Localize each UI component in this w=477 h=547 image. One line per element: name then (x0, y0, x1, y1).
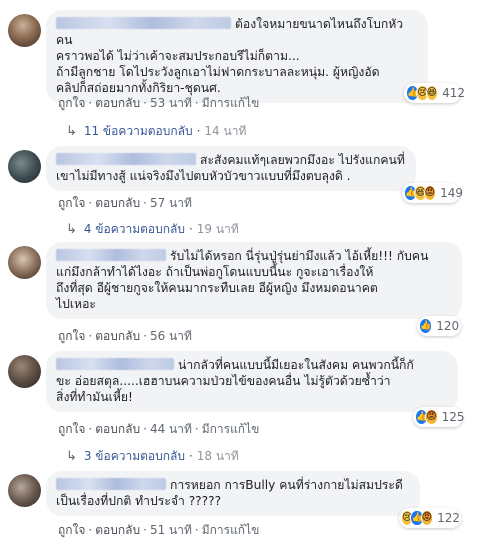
comment-bubble: ต้องใจหมายขนาดไหนถึงโบกหัวคน คราวพอได้ ไ… (46, 10, 428, 103)
commenter-name[interactable] (56, 17, 231, 29)
comment-actions: ถูกใจ · ตอบกลับ · 44 นาที · มีการแก้ไข (58, 422, 260, 436)
reply-link[interactable]: ตอบกลับ (95, 96, 140, 110)
commenter-name[interactable] (56, 358, 174, 370)
avatar[interactable] (8, 150, 41, 183)
reply-arrow-icon: ↳ (66, 124, 77, 139)
comment-bubble: รับไม่ได้หรอก นี่รุ่นปู่รุ่นย่ามึงแล้ว ไ… (46, 242, 462, 319)
comment-actions: ถูกใจ · ตอบกลับ · 56 นาที (58, 329, 192, 343)
reactions-summary[interactable]: 👍 120 (417, 316, 461, 336)
like-link[interactable]: ถูกใจ (58, 329, 85, 343)
reply-link[interactable]: ตอบกลับ (95, 523, 140, 537)
avatar[interactable] (8, 246, 41, 279)
reactions-summary[interactable]: 👍 😢 😆 412 (404, 83, 465, 103)
replies-count[interactable]: 3 ข้อความตอบกลับ (84, 449, 185, 463)
comment-actions: ถูกใจ · ตอบกลับ · 51 นาที · มีการแก้ไข (58, 523, 260, 537)
comment-actions: ถูกใจ · ตอบกลับ · 57 นาที (58, 196, 192, 210)
avatar[interactable] (8, 474, 41, 507)
replies-time: 14 นาที (204, 124, 247, 138)
reactions-summary[interactable]: 👍 😆 😡 149 (402, 183, 463, 203)
replies-count[interactable]: 11 ข้อความตอบกลับ (84, 124, 193, 138)
reply-link[interactable]: ตอบกลับ (95, 422, 140, 436)
angry-reaction-icon: 😡 (425, 409, 438, 425)
haha-reaction-icon: 😆 (425, 85, 439, 101)
comment-bubble: น่ากลัวที่คนแบบนี้มีเยอะในสังคม คนพวกนี้… (46, 351, 458, 412)
comment-bubble: การหยอก การBully คนที่ร่างกายไม่สมประดี … (46, 471, 420, 516)
view-replies[interactable]: ↳ 4 ข้อความตอบกลับ · 19 นาที (66, 220, 239, 239)
replies-time: 19 นาที (196, 222, 239, 236)
like-reaction-icon: 👍 (419, 318, 433, 334)
commenter-name[interactable] (56, 249, 166, 261)
like-link[interactable]: ถูกใจ (58, 422, 85, 436)
like-link[interactable]: ถูกใจ (58, 196, 85, 210)
angry-reaction-icon: 😡 (420, 510, 434, 526)
reaction-count: 149 (440, 186, 463, 200)
like-link[interactable]: ถูกใจ (58, 96, 85, 110)
edited-label[interactable]: มีการแก้ไข (202, 422, 260, 436)
avatar[interactable] (8, 14, 41, 47)
like-link[interactable]: ถูกใจ (58, 523, 85, 537)
reactions-summary[interactable]: 😢 👍 😡 122 (399, 508, 461, 528)
replies-count[interactable]: 4 ข้อความตอบกลับ (84, 222, 185, 236)
reply-arrow-icon: ↳ (66, 222, 77, 237)
comment-bubble: สะสังคมแท้ๆเลยพวกมึงอะ ไปรังแกคนที่ เขาไ… (46, 146, 416, 191)
view-replies[interactable]: ↳ 11 ข้อความตอบกลับ · 14 นาที (66, 122, 246, 141)
reply-link[interactable]: ตอบกลับ (95, 329, 140, 343)
reaction-count: 122 (437, 511, 460, 525)
reaction-count: 125 (441, 410, 465, 424)
commenter-name[interactable] (56, 153, 196, 165)
reaction-count: 120 (436, 319, 460, 333)
timestamp[interactable]: 44 นาที (150, 422, 192, 436)
reaction-count: 412 (442, 86, 465, 100)
edited-label[interactable]: มีการแก้ไข (202, 96, 260, 110)
reply-arrow-icon: ↳ (66, 449, 77, 464)
timestamp[interactable]: 56 นาที (150, 329, 192, 343)
timestamp[interactable]: 53 นาที (150, 96, 192, 110)
comment-actions: ถูกใจ · ตอบกลับ · 53 นาที · มีการแก้ไข (58, 96, 260, 110)
reply-link[interactable]: ตอบกลับ (95, 196, 140, 210)
angry-reaction-icon: 😡 (423, 185, 437, 201)
reactions-summary[interactable]: 👍 😡 125 (413, 407, 465, 427)
commenter-name[interactable] (56, 478, 166, 490)
timestamp[interactable]: 57 นาที (150, 196, 192, 210)
timestamp[interactable]: 51 นาที (150, 523, 192, 537)
edited-label[interactable]: มีการแก้ไข (202, 523, 260, 537)
view-replies[interactable]: ↳ 3 ข้อความตอบกลับ · 18 นาที (66, 447, 239, 466)
replies-time: 18 นาที (196, 449, 239, 463)
avatar[interactable] (8, 355, 41, 388)
